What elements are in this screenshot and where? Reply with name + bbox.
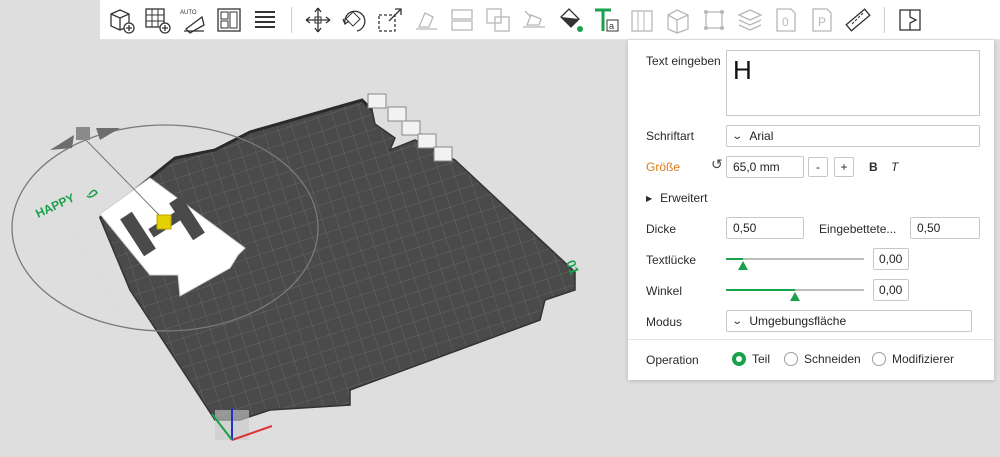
operation-label: Operation [646,353,699,367]
text-input-area[interactable]: H [726,50,980,116]
text-input-row: Text eingeben [646,54,721,68]
italic-button[interactable]: T [891,160,898,174]
advanced-row[interactable]: ▶ Erweitert [646,191,708,205]
font-select[interactable]: ⌄ Arial [726,125,980,147]
thickness-value: 0,50 [733,221,757,235]
gap-row: Textlücke [646,253,696,267]
expand-triangle-icon: ▶ [646,193,653,203]
angle-row: Winkel [646,284,682,298]
thickness-label: Dicke [646,222,677,236]
angle-slider[interactable] [726,283,866,303]
size-label: Größe [646,160,681,174]
embedded-value: 0,50 [917,221,941,235]
thickness-input[interactable]: 0,50 [726,217,804,239]
happy-badge: HAPPY [33,191,76,221]
op-cut-label: Schneiden [804,352,861,366]
chevron-down-icon: ⌄ [731,315,744,327]
move-gizmo-icon[interactable] [50,127,120,150]
mode-row: Modus [646,315,682,329]
embedded-input[interactable]: 0,50 [910,217,980,239]
op-modifier-radio[interactable]: Modifizierer [872,352,954,366]
font-label: Schriftart [646,129,695,143]
mode-select[interactable]: ⌄ Umgebungsfläche [726,310,972,332]
selection-cube-icon[interactable] [156,214,172,230]
size-minus-button[interactable]: - [808,157,828,177]
plus-label: + [840,160,848,174]
operation-row: Operation [646,353,699,367]
angle-slider-thumb[interactable] [790,292,800,301]
text-input-value: H [733,55,752,85]
embedded-label: Eingebettete... [819,222,897,236]
size-row: Größe [646,160,680,174]
chevron-down-icon: ⌄ [731,130,744,142]
radio-modifier-icon[interactable] [872,352,886,366]
reset-icon[interactable]: ↺ [711,156,723,173]
size-input[interactable]: 65,0 mm [726,156,804,178]
gap-value: 0,00 [879,252,903,266]
gap-slider[interactable] [726,252,866,272]
size-plus-button[interactable]: + [834,157,854,177]
gap-label: Textlücke [646,253,697,267]
angle-input[interactable]: 0,00 [873,279,909,301]
op-part-radio[interactable]: Teil [732,352,770,366]
op-modifier-label: Modifizierer [892,352,955,366]
angle-value: 0,00 [879,283,903,297]
thickness-row: Dicke [646,222,676,236]
divider [628,339,994,340]
op-part-label: Teil [752,352,771,366]
gap-input[interactable]: 0,00 [873,248,909,270]
radio-cut-icon[interactable] [784,352,798,366]
advanced-label: Erweitert [660,191,708,205]
op-cut-radio[interactable]: Schneiden [784,352,861,366]
angle-label: Winkel [646,284,683,298]
text-input-label: Text eingeben [646,54,721,68]
font-value: Arial [749,129,774,143]
gap-slider-thumb[interactable] [737,261,748,270]
text-tool-panel: Text eingeben H Schriftart ⌄ Arial Größe… [628,40,994,380]
font-row: Schriftart [646,129,694,143]
mode-label: Modus [646,315,683,329]
bold-button[interactable]: B [869,160,878,174]
minus-label: - [816,160,820,174]
radio-part-icon[interactable] [732,352,746,366]
size-value: 65,0 mm [733,160,780,174]
mode-value: Umgebungsfläche [749,314,847,328]
